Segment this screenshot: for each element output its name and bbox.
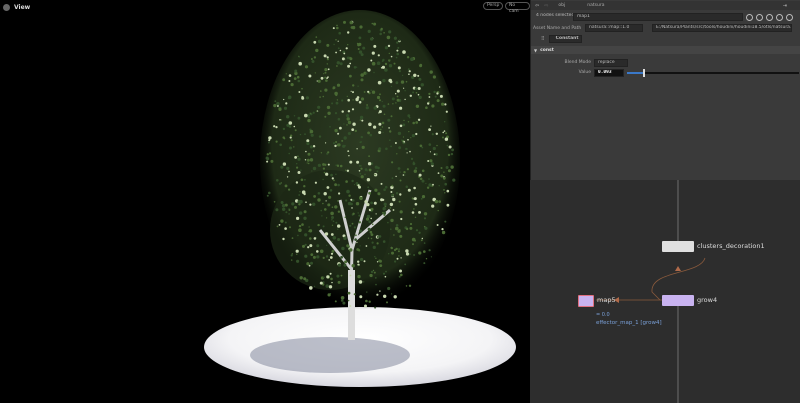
mode-menu[interactable]: Constant bbox=[548, 35, 582, 43]
collapse-icon[interactable]: ▼ bbox=[534, 48, 537, 53]
section-const[interactable]: const bbox=[540, 48, 554, 53]
help-icon[interactable] bbox=[786, 13, 793, 21]
search-icon[interactable] bbox=[766, 13, 773, 21]
node-clusters-decoration1[interactable] bbox=[662, 241, 694, 252]
brush-icon[interactable] bbox=[756, 13, 763, 21]
viewport-title: View bbox=[14, 4, 31, 11]
value-input[interactable]: 0.093 bbox=[594, 68, 624, 77]
back-icon[interactable]: ⇦ bbox=[535, 3, 539, 9]
asset-label: Asset Name and Path bbox=[533, 25, 582, 31]
network-wires bbox=[596, 180, 706, 403]
camera-menu[interactable]: No cam bbox=[505, 2, 530, 14]
viewport[interactable]: View Persp No cam bbox=[0, 0, 530, 403]
path-node[interactable]: natsura bbox=[587, 3, 604, 8]
gear-icon[interactable] bbox=[746, 13, 753, 21]
path-obj[interactable]: obj bbox=[558, 3, 565, 8]
node-name-input[interactable]: map1 bbox=[573, 13, 743, 21]
pin-icon[interactable]: ⇥ bbox=[783, 3, 787, 9]
value-slider[interactable] bbox=[627, 68, 799, 77]
blend-mode-menu[interactable]: replace bbox=[594, 58, 628, 67]
asset-path-field[interactable]: E:/Natsura/Plants/src/tools/houdini/houd… bbox=[652, 24, 792, 32]
node-label: clusters_decoration1 bbox=[697, 242, 765, 250]
network-editor[interactable]: clusters_decoration1 grow4 map5 = 0.0 ef… bbox=[530, 180, 800, 403]
node-label: grow4 bbox=[697, 296, 718, 304]
info-icon[interactable] bbox=[776, 13, 783, 21]
blend-mode-label: Blend Mode bbox=[564, 60, 591, 65]
grid-icon: ⠿ bbox=[541, 36, 545, 42]
slider-handle[interactable] bbox=[642, 68, 645, 77]
view-icon bbox=[3, 4, 10, 11]
value-label: Value bbox=[578, 70, 591, 75]
node-label: map5 bbox=[597, 296, 616, 304]
map5-effector: effector_map_1 [grow4] bbox=[596, 320, 662, 326]
perspective-menu[interactable]: Persp bbox=[483, 2, 504, 10]
forward-icon[interactable]: ⇨ bbox=[544, 3, 548, 9]
selection-label: 4 nodes selected bbox=[533, 13, 573, 21]
asset-name-field[interactable]: natsura::map::1.0 bbox=[585, 24, 643, 32]
node-map5[interactable] bbox=[578, 295, 594, 307]
mode-value: Constant bbox=[555, 36, 579, 41]
node-grow4[interactable] bbox=[662, 295, 694, 306]
tree-render bbox=[204, 10, 516, 387]
map5-value: = 0.0 bbox=[596, 312, 610, 318]
